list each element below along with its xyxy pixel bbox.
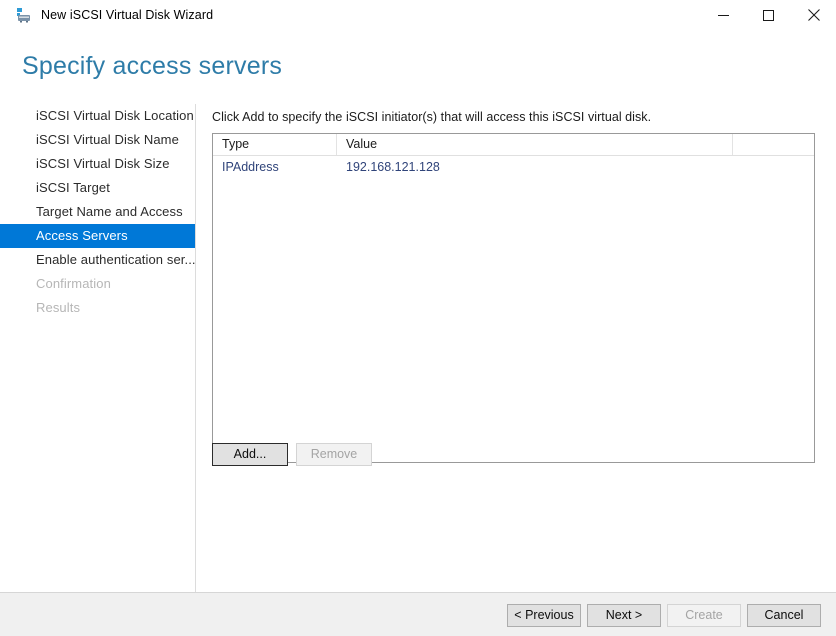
minimize-icon [718,14,729,16]
minimize-button[interactable] [701,0,746,30]
table-header-row: Type Value [213,134,814,156]
close-button[interactable] [791,0,836,30]
cell-value: 192.168.121.128 [346,159,440,174]
title-bar: New iSCSI Virtual Disk Wizard [0,0,836,30]
maximize-button[interactable] [746,0,791,30]
page-title: Specify access servers [22,52,283,80]
instruction-text: Click Add to specify the iSCSI initiator… [212,110,652,124]
footer-buttons: < Previous Next > Create Cancel [507,604,821,627]
add-button[interactable]: Add... [212,443,288,466]
table-row[interactable]: IPAddress 192.168.121.128 [213,156,814,177]
wizard-step-nav: iSCSI Virtual Disk Location iSCSI Virtua… [0,104,195,592]
column-header-value[interactable]: Value [337,134,733,155]
sidebar-item-iscsi-virtual-disk-name[interactable]: iSCSI Virtual Disk Name [0,128,195,152]
sidebar-item-iscsi-virtual-disk-location[interactable]: iSCSI Virtual Disk Location [0,104,195,128]
sidebar-item-access-servers[interactable]: Access Servers [0,224,195,248]
previous-button[interactable]: < Previous [507,604,581,627]
sidebar-item-target-name-and-access[interactable]: Target Name and Access [0,200,195,224]
remove-button: Remove [296,443,372,466]
access-servers-list[interactable]: Type Value IPAddress 192.168.121.128 [212,133,815,463]
sidebar-item-enable-authentication-service[interactable]: Enable authentication ser... [0,248,195,272]
sidebar-divider [195,104,196,592]
cancel-button[interactable]: Cancel [747,604,821,627]
maximize-icon [763,9,774,21]
window-controls [701,0,836,30]
iscsi-disk-icon [16,7,32,23]
next-button[interactable]: Next > [587,604,661,627]
column-header-blank [733,134,814,155]
wizard-footer: < Previous Next > Create Cancel [0,593,836,636]
create-button: Create [667,604,741,627]
sidebar-item-iscsi-virtual-disk-size[interactable]: iSCSI Virtual Disk Size [0,152,195,176]
main-content: Click Add to specify the iSCSI initiator… [212,104,816,124]
cell-type: IPAddress [222,159,279,174]
close-icon [807,9,820,21]
list-action-buttons: Add... Remove [212,443,372,466]
window-title: New iSCSI Virtual Disk Wizard [41,8,214,22]
sidebar-item-iscsi-target[interactable]: iSCSI Target [0,176,195,200]
sidebar-item-confirmation: Confirmation [36,276,111,291]
column-header-type[interactable]: Type [213,134,337,155]
sidebar-item-results: Results [36,300,81,315]
